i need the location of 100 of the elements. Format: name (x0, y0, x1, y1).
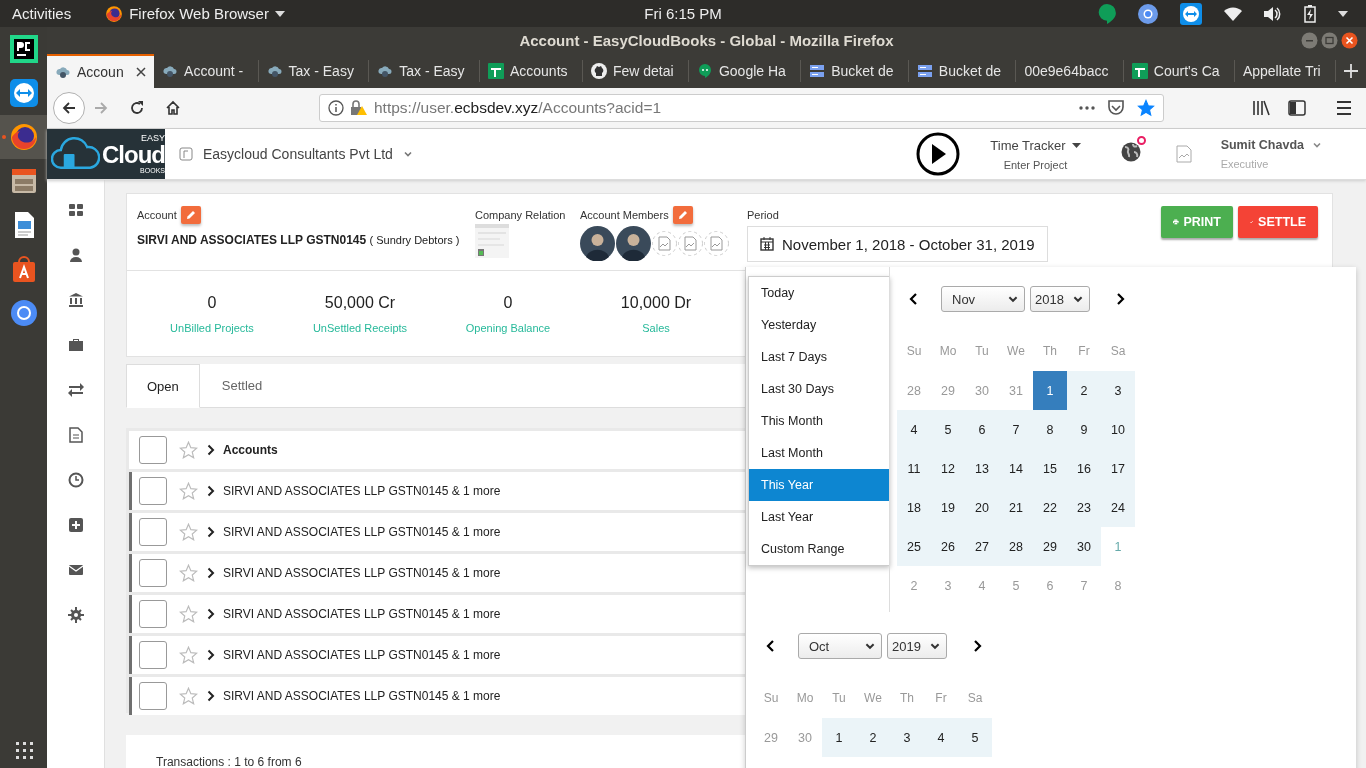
pocket-icon[interactable] (1107, 100, 1125, 116)
calendar-day[interactable]: 1 (822, 718, 856, 757)
calendar-day[interactable]: 18 (897, 488, 931, 527)
month-select[interactable]: Nov (941, 286, 1025, 312)
close-button[interactable] (1341, 32, 1358, 49)
calendar-day[interactable]: 16 (1067, 449, 1101, 488)
document-icon[interactable] (67, 426, 84, 443)
clock-icon[interactable] (67, 471, 84, 488)
remote-control-icon[interactable] (7, 77, 40, 109)
dropdown-caret-icon[interactable] (1071, 142, 1081, 148)
dropdown-caret-icon[interactable] (1338, 10, 1348, 17)
avatar[interactable] (580, 226, 615, 261)
previous-month-icon[interactable] (909, 293, 919, 305)
back-arrow-icon[interactable] (61, 100, 77, 116)
globe-icon[interactable] (1120, 142, 1141, 162)
library-icon[interactable] (1252, 100, 1270, 116)
view-tab[interactable]: Settled (199, 364, 285, 407)
calendar-day[interactable]: 19 (931, 488, 965, 527)
bookmark-star-icon[interactable] (1137, 99, 1155, 117)
calendar-day[interactable]: 3 (1101, 371, 1135, 410)
calendar-day[interactable]: 12 (931, 449, 965, 488)
calendar-day[interactable]: 17 (1101, 449, 1135, 488)
checkbox[interactable] (139, 641, 167, 669)
chat-icon[interactable] (1098, 3, 1116, 24)
edit-button[interactable] (672, 206, 693, 224)
dropdown-caret-icon[interactable] (274, 10, 285, 17)
next-month-icon[interactable] (972, 640, 982, 652)
calendar-day[interactable]: 20 (965, 488, 999, 527)
calendar-day[interactable]: 13 (965, 449, 999, 488)
calendar-day[interactable]: 10 (1101, 410, 1135, 449)
settings-icon[interactable] (67, 606, 84, 623)
calendar-day[interactable]: 15 (1033, 449, 1067, 488)
play-button[interactable] (916, 132, 961, 176)
date-range-field[interactable]: November 1, 2018 - October 31, 2019 (747, 226, 1048, 262)
expand-icon[interactable] (207, 444, 215, 456)
expand-icon[interactable] (207, 690, 215, 702)
calendar-day[interactable]: 2 (856, 718, 890, 757)
calendar-day[interactable]: 7 (999, 410, 1033, 449)
more-icon[interactable] (1079, 106, 1095, 110)
calendar-day[interactable]: 2 (1067, 371, 1101, 410)
range-option[interactable]: Last 30 Days (749, 373, 889, 405)
home-icon[interactable] (165, 100, 181, 116)
remote-control-icon[interactable] (1180, 2, 1202, 25)
code-editor-icon[interactable] (7, 33, 40, 65)
year-select[interactable]: 2018 (1030, 286, 1090, 312)
close-tab-icon[interactable] (136, 67, 147, 77)
star-icon[interactable] (179, 482, 198, 500)
calendar-day[interactable]: 23 (1067, 488, 1101, 527)
range-option[interactable]: Last Month (749, 437, 889, 469)
calendar-day[interactable]: 1 (1033, 371, 1067, 410)
month-select[interactable]: Oct (798, 633, 882, 659)
calendar-day[interactable]: 22 (1033, 488, 1067, 527)
avatar[interactable] (616, 226, 651, 261)
wifi-icon[interactable] (1224, 6, 1242, 21)
user-name[interactable]: Sumit Chavda (1220, 138, 1304, 152)
expand-icon[interactable] (207, 567, 215, 579)
browser-tab[interactable]: Tax - Easy (369, 60, 480, 82)
calendar-day[interactable]: 8 (1033, 410, 1067, 449)
star-icon[interactable] (179, 564, 198, 582)
expand-icon[interactable] (207, 526, 215, 538)
range-option[interactable]: Custom Range (749, 533, 889, 565)
calendar-day[interactable]: 4 (897, 410, 931, 449)
warning-lock-icon[interactable] (350, 100, 368, 116)
company-selector[interactable]: Easycloud Consultants Pvt Ltd (203, 146, 393, 162)
sidebar-icon[interactable] (1288, 100, 1306, 116)
briefcase-icon[interactable] (67, 336, 84, 353)
star-icon[interactable] (179, 605, 198, 623)
previous-month-icon[interactable] (766, 640, 776, 652)
range-option[interactable]: Yesterday (749, 309, 889, 341)
checkbox[interactable] (139, 682, 167, 710)
browser-tab[interactable]: 00e9e64bacc (1016, 60, 1124, 82)
browser-tab[interactable]: Bucket de (801, 60, 909, 82)
battery-icon[interactable] (1304, 4, 1316, 23)
address-bar[interactable]: https://user.ecbsdev.xyz/Accounts?acid=1 (319, 94, 1164, 122)
bank-icon[interactable] (67, 291, 84, 308)
calendar-day[interactable]: 28 (999, 527, 1033, 566)
calendar-day[interactable]: 24 (1101, 488, 1135, 527)
calendar-day[interactable]: 5 (931, 410, 965, 449)
browser-tab[interactable]: Bucket de (908, 60, 1017, 82)
calendar-day[interactable]: 30 (1067, 527, 1101, 566)
range-option[interactable]: Last 7 Days (749, 341, 889, 373)
checkbox[interactable] (139, 559, 167, 587)
checkbox[interactable] (139, 477, 167, 505)
range-option[interactable]: This Month (749, 405, 889, 437)
next-month-icon[interactable] (1115, 293, 1125, 305)
range-option[interactable]: Today (749, 277, 889, 309)
calendar-day[interactable]: 21 (999, 488, 1033, 527)
browser-tab[interactable]: Accounts (479, 60, 583, 82)
browser-tab[interactable]: Few detai (582, 60, 689, 82)
calendar-day[interactable]: 29 (1033, 527, 1067, 566)
app-menu[interactable]: Firefox Web Browser (129, 5, 269, 22)
browser-tab[interactable]: Tax - Easy (258, 60, 370, 82)
plus-square-icon[interactable] (67, 516, 84, 533)
app-grid-icon[interactable] (13, 740, 34, 760)
chromium-icon[interactable] (1138, 3, 1158, 24)
new-tab-icon[interactable] (1343, 63, 1360, 79)
calendar-day[interactable]: 3 (890, 718, 924, 757)
browser-tab[interactable]: Appellate Tri (1234, 60, 1337, 82)
reload-icon[interactable] (129, 100, 145, 116)
info-icon[interactable] (328, 100, 344, 116)
